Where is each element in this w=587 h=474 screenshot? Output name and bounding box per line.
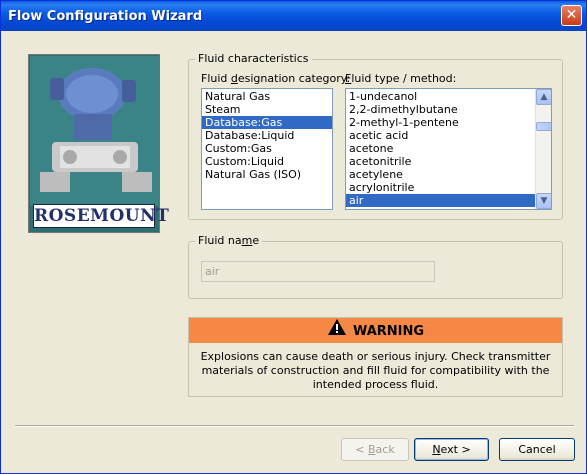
scroll-up-button[interactable]: ▲ [536, 89, 551, 105]
fluid-characteristics-group: Fluid characteristics Fluid designation … [188, 52, 563, 220]
fluid-type-list-item[interactable]: 2-methyl-1-pentene [346, 116, 535, 129]
category-list-item[interactable]: Steam [202, 103, 332, 116]
warning-title: WARNING [352, 324, 425, 339]
fluid-type-list[interactable]: 1-undecanol 2,2-dimethylbutane 2-methyl-1-… [345, 88, 552, 210]
chevron-up-icon: ▲ [540, 92, 548, 102]
fluid-characteristics-legend: Fluid characteristics [195, 52, 312, 65]
cancel-button[interactable]: Cancel [499, 438, 575, 461]
fluid-type-list-item[interactable]: 1-undecanol [346, 90, 535, 103]
category-list-item[interactable]: Custom:Gas [202, 142, 332, 155]
category-list-item[interactable]: Natural Gas (ISO) [202, 168, 332, 181]
category-list-item[interactable]: Database:Liquid [202, 129, 332, 142]
category-list-item[interactable]: Database:Gas [202, 116, 332, 129]
window-title: Flow Configuration Wizard [8, 9, 203, 24]
next-button[interactable]: Next > [414, 438, 489, 461]
fluid-type-list-item[interactable]: 2,2-dimethylbutane [346, 103, 535, 116]
scroll-down-button[interactable]: ▼ [536, 193, 551, 209]
warning-message: Explosions can cause death or serious in… [200, 350, 551, 391]
fluid-name-legend: Fluid name [195, 234, 263, 247]
warning-panel: WARNING Explosions can cause death or se… [188, 317, 563, 397]
button-separator [15, 425, 574, 427]
close-icon: ✕ [565, 7, 578, 23]
fluid-type-list-item[interactable]: acetylene [346, 168, 535, 181]
dialog-window: Flow Configuration Wizard ✕ ROSEMOUNT Fl… [0, 0, 587, 474]
back-button[interactable]: < Back [341, 438, 409, 461]
title-bar[interactable]: Flow Configuration Wizard ✕ [1, 1, 586, 31]
category-list[interactable]: Natural Gas Steam Database:Gas Database:Liq… [201, 88, 333, 210]
fluid-type-list-item[interactable]: acetone [346, 142, 535, 155]
brand-name: ROSEMOUNT [34, 206, 170, 226]
scroll-thumb[interactable] [536, 122, 551, 131]
fluid-type-list-item[interactable]: acetic acid [346, 129, 535, 142]
fluid-name-field[interactable]: air [201, 261, 435, 282]
category-list-item[interactable]: Custom:Liquid [202, 155, 332, 168]
category-label: Fluid designation category: [201, 72, 351, 85]
fluid-type-list-item[interactable]: air [346, 194, 535, 207]
fluid-type-list-item[interactable]: acetonitrile [346, 155, 535, 168]
chevron-down-icon: ▼ [540, 196, 548, 206]
warning-header: WARNING [189, 318, 562, 343]
warning-icon [327, 318, 347, 345]
fluid-type-scrollbar[interactable]: ▲ ▼ [535, 89, 551, 209]
fluid-name-group: Fluid name air [188, 234, 563, 299]
product-image: ROSEMOUNT [28, 54, 169, 233]
close-button[interactable]: ✕ [561, 5, 582, 26]
brand-logo: ROSEMOUNT [33, 204, 169, 228]
category-list-item[interactable]: Natural Gas [202, 90, 332, 103]
transmitter-photo [30, 56, 160, 206]
fluid-type-label: Fluid type / method: [345, 72, 457, 85]
fluid-type-list-item[interactable]: acrylonitrile [346, 181, 535, 194]
